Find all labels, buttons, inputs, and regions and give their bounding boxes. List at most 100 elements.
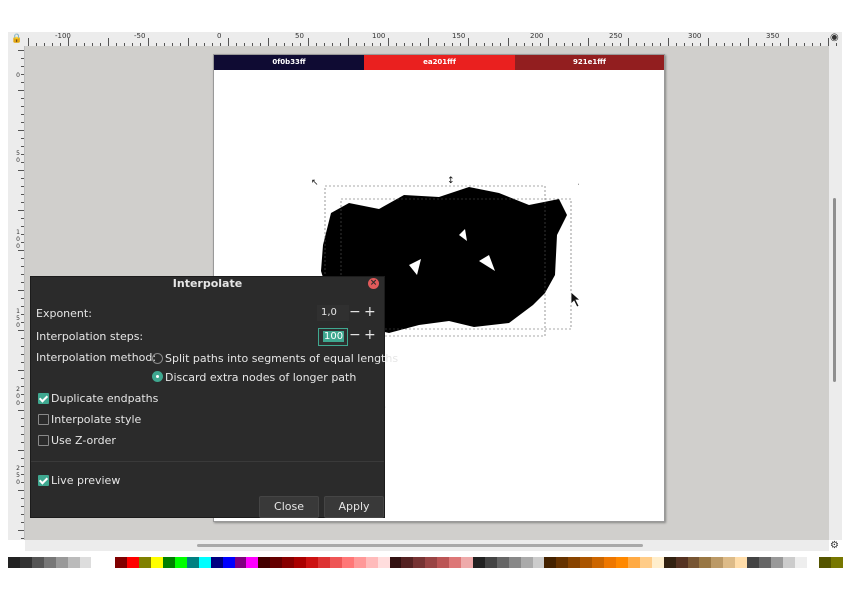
ruler-label: -50 (134, 32, 146, 40)
palette-color[interactable] (818, 557, 831, 568)
palette-color[interactable] (771, 557, 783, 568)
palette-color[interactable] (115, 557, 128, 568)
palette-color[interactable] (735, 557, 748, 568)
exponent-plus-button[interactable]: + (364, 305, 376, 319)
steps-input[interactable]: 100 (318, 328, 348, 346)
palette-color[interactable] (377, 557, 390, 568)
palette-color[interactable] (306, 557, 318, 568)
palette-color[interactable] (139, 557, 152, 568)
palette-color[interactable] (794, 557, 807, 568)
palette-color[interactable] (520, 557, 533, 568)
palette-color[interactable] (31, 557, 44, 568)
palette-color[interactable] (616, 557, 628, 568)
palette-color[interactable] (222, 557, 235, 568)
palette-color[interactable] (294, 557, 307, 568)
palette-color[interactable] (496, 557, 509, 568)
palette-color[interactable] (663, 557, 676, 568)
palette-color[interactable] (580, 557, 593, 568)
palette-color[interactable] (699, 557, 712, 568)
palette-color[interactable] (103, 557, 116, 568)
palette-color[interactable] (317, 557, 330, 568)
palette-color[interactable] (234, 557, 247, 568)
steps-minus-button[interactable]: − (349, 328, 361, 342)
palette-color[interactable] (389, 557, 402, 568)
palette-color[interactable] (461, 557, 473, 568)
palette-color[interactable] (162, 557, 175, 568)
palette-color[interactable] (365, 557, 378, 568)
palette-color[interactable] (282, 557, 295, 568)
palette-color[interactable] (472, 557, 485, 568)
palette-color[interactable] (79, 557, 92, 568)
palette-color[interactable] (532, 557, 545, 568)
horizontal-ruler[interactable]: 🔒 -100 -50 0 50 100 150 200 250 300 350 … (8, 32, 842, 47)
palette-color[interactable] (806, 557, 819, 568)
palette-color[interactable] (19, 557, 32, 568)
exponent-minus-button[interactable]: − (349, 305, 361, 319)
steps-plus-button[interactable]: + (364, 328, 376, 342)
palette-color[interactable] (258, 557, 271, 568)
lock-icon[interactable]: 🔒 (11, 34, 22, 44)
palette-color[interactable] (246, 557, 259, 568)
palette-color[interactable] (198, 557, 211, 568)
horizontal-scrollbar[interactable] (25, 540, 829, 551)
palette-color[interactable] (401, 557, 414, 568)
palette-color[interactable] (91, 557, 104, 568)
palette-color[interactable] (55, 557, 68, 568)
exponent-input[interactable]: 1,0 (317, 305, 349, 321)
palette-color[interactable] (782, 557, 795, 568)
duplicate-endpaths-checkbox[interactable] (38, 393, 49, 404)
palette-color[interactable] (174, 557, 187, 568)
palette-color[interactable] (830, 557, 843, 568)
scrollbar-thumb[interactable] (197, 544, 643, 547)
palette-color[interactable] (651, 557, 664, 568)
palette-color[interactable] (270, 557, 283, 568)
palette-color[interactable] (747, 557, 760, 568)
zoom-icon[interactable]: ◉ (830, 32, 839, 43)
color-swatch[interactable]: ea201fff (364, 55, 515, 70)
palette-color[interactable] (186, 557, 199, 568)
palette-color[interactable] (556, 557, 569, 568)
palette-color[interactable] (508, 557, 521, 568)
settings-icon[interactable]: ⚙ (830, 540, 839, 551)
palette-color[interactable] (353, 557, 366, 568)
palette-color[interactable] (341, 557, 354, 568)
method-discard-radio[interactable] (152, 371, 163, 382)
palette-color[interactable] (484, 557, 497, 568)
palette-color[interactable] (413, 557, 426, 568)
palette-color[interactable] (639, 557, 652, 568)
palette-color[interactable] (687, 557, 700, 568)
palette-color[interactable] (723, 557, 736, 568)
close-icon[interactable]: × (368, 278, 379, 289)
close-button[interactable]: Close (259, 496, 319, 518)
interpolate-style-checkbox[interactable] (38, 414, 49, 425)
palette-color[interactable] (151, 557, 163, 568)
palette-color[interactable] (67, 557, 80, 568)
palette-color[interactable] (449, 557, 462, 568)
palette-color[interactable] (568, 557, 581, 568)
apply-button[interactable]: Apply (324, 496, 384, 518)
palette-color[interactable] (425, 557, 438, 568)
palette-color[interactable] (8, 557, 20, 568)
live-preview-checkbox[interactable] (38, 475, 49, 486)
use-zorder-checkbox[interactable] (38, 435, 49, 446)
palette-color[interactable] (210, 557, 223, 568)
palette-color[interactable] (43, 557, 56, 568)
vertical-ruler[interactable]: 0 50 100 150 200 250 (8, 46, 25, 540)
palette-color[interactable] (592, 557, 605, 568)
color-swatch[interactable]: 0f0b33ff (214, 55, 364, 70)
vertical-scrollbar[interactable] (829, 46, 842, 540)
palette-color[interactable] (437, 557, 450, 568)
palette-color[interactable] (759, 557, 771, 568)
palette-color[interactable] (544, 557, 557, 568)
palette-color[interactable] (604, 557, 617, 568)
palette-color[interactable] (627, 557, 640, 568)
color-palette[interactable] (8, 557, 843, 568)
palette-color[interactable] (711, 557, 724, 568)
palette-color[interactable] (127, 557, 140, 568)
method-split-radio[interactable] (152, 353, 163, 364)
ruler-tick (21, 74, 24, 75)
color-swatch[interactable]: 921e1fff (515, 55, 664, 70)
palette-color[interactable] (329, 557, 342, 568)
scrollbar-thumb[interactable] (833, 198, 836, 382)
palette-color[interactable] (675, 557, 688, 568)
